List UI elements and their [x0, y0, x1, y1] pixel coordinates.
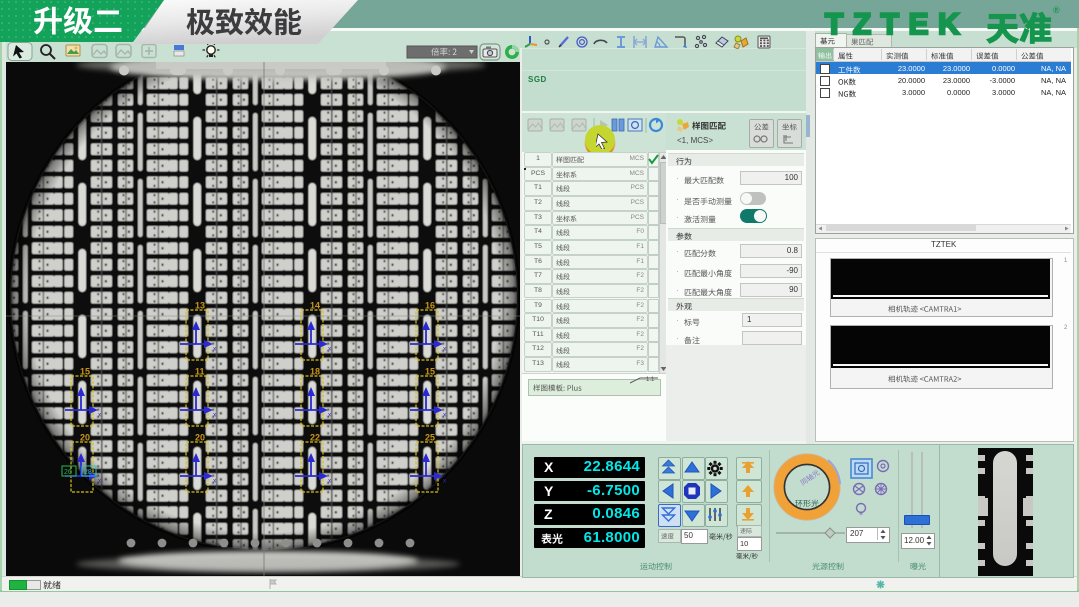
svg-text:11: 11 [195, 367, 205, 377]
svg-text:18: 18 [310, 367, 320, 377]
svg-text:20: 20 [195, 433, 205, 443]
svg-text:13: 13 [195, 301, 205, 311]
svg-text:26: 26 [64, 469, 72, 476]
svg-text:28: 28 [84, 469, 92, 476]
svg-text:14: 14 [310, 301, 320, 311]
svg-text:25: 25 [425, 433, 435, 443]
svg-text:15: 15 [80, 367, 90, 377]
svg-text:1:1: 1:1 [646, 377, 655, 383]
svg-text:20: 20 [80, 433, 90, 443]
svg-text:22: 22 [310, 433, 320, 443]
svg-text:16: 16 [425, 301, 435, 311]
svg-text:15: 15 [425, 367, 435, 377]
